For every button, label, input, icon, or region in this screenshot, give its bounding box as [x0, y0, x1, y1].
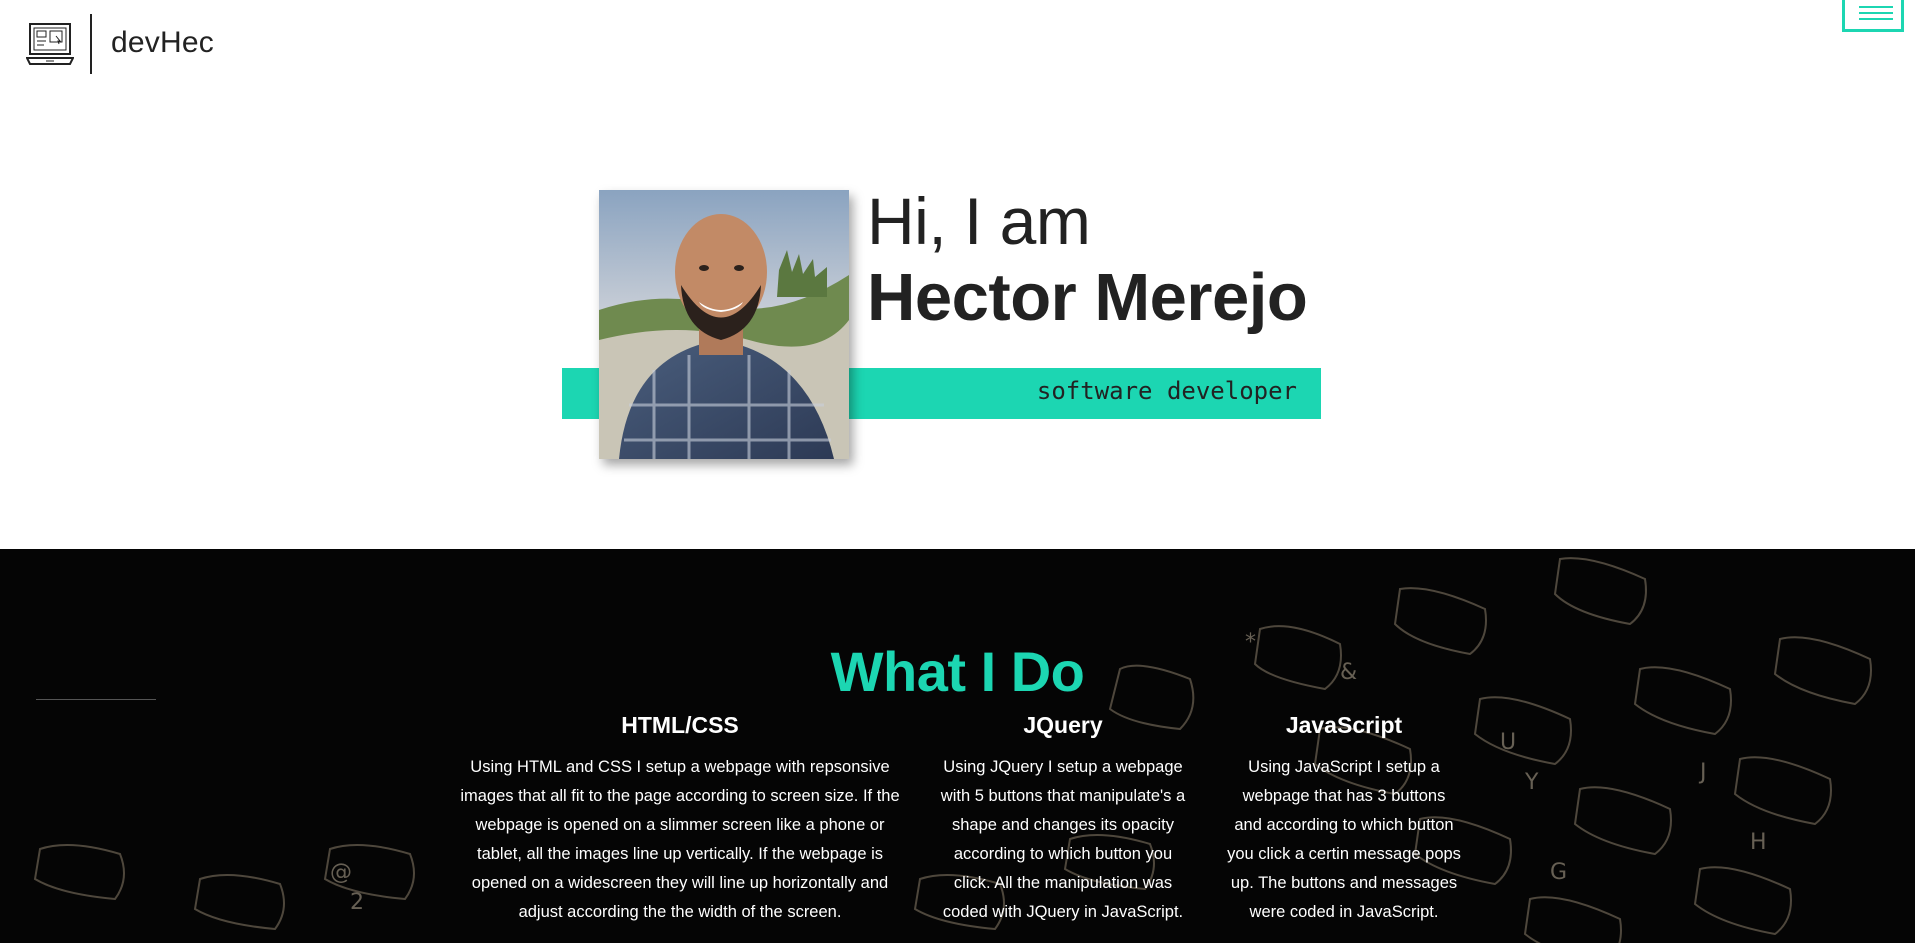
laptop-icon[interactable]: [25, 22, 75, 66]
skill-description: Using HTML and CSS I setup a webpage wit…: [460, 758, 900, 921]
skill-title: JQuery: [1023, 712, 1103, 738]
skill-title: JavaScript: [1285, 712, 1403, 738]
profile-photo: [599, 190, 849, 459]
name-heading: Hector Merejo: [867, 260, 1308, 335]
skill-description: Using JQuery I setup a webpage with 5 bu…: [940, 758, 1186, 921]
svg-text:J: J: [1698, 760, 1707, 785]
svg-text:Y: Y: [1524, 770, 1539, 795]
what-i-do-section: U Y G H J 2 @ & * What I Do HTML/CSS Usi…: [0, 549, 1915, 943]
skill-title: HTML/CSS: [621, 712, 739, 738]
svg-text:@: @: [330, 860, 352, 885]
greeting-text: Hi, I am: [867, 184, 1091, 258]
svg-text:U: U: [1500, 730, 1516, 755]
role-text: software developer: [1036, 377, 1297, 405]
brand-name[interactable]: devHec: [111, 26, 214, 60]
what-i-do-title: What I Do: [830, 640, 1085, 703]
svg-text:2: 2: [350, 890, 364, 915]
skill-card-html-css: HTML/CSS Using HTML and CSS I setup a we…: [456, 712, 904, 927]
logo-divider: [90, 14, 92, 74]
skill-card-javascript: JavaScript Using JavaScript I setup a we…: [1216, 712, 1472, 927]
skill-description: Using JavaScript I setup a webpage that …: [1227, 758, 1461, 921]
svg-text:G: G: [1550, 860, 1567, 885]
hamburger-icon-line: [1859, 12, 1893, 14]
svg-text:H: H: [1750, 830, 1767, 855]
hamburger-icon: [1859, 6, 1893, 8]
skill-card-jquery: JQuery Using JQuery I setup a webpage wi…: [932, 712, 1194, 927]
hamburger-icon-line: [1859, 18, 1893, 20]
menu-button[interactable]: [1842, 0, 1904, 32]
